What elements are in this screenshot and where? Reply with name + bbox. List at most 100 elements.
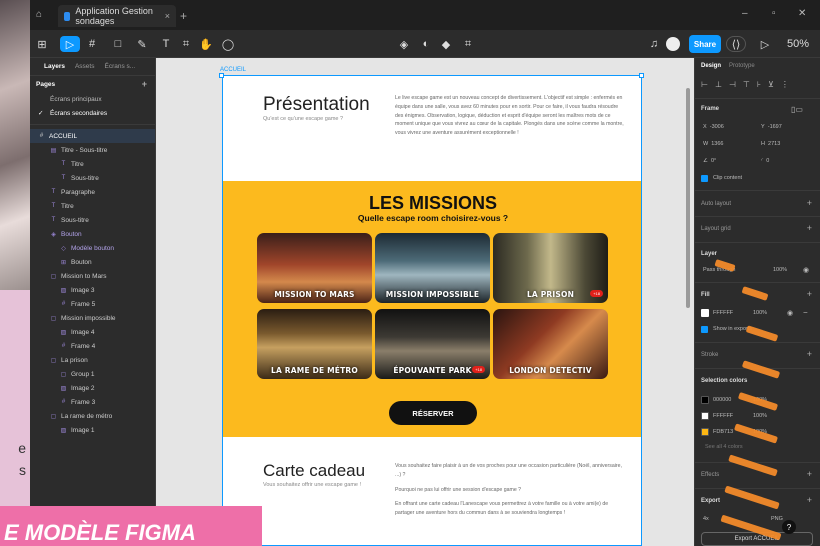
stroke-label[interactable]: Stroke	[701, 352, 718, 358]
layer-item[interactable]: ▨ Image 3	[30, 283, 155, 297]
layout-grid-label[interactable]: Layout grid	[701, 226, 731, 232]
fill-eye-icon[interactable]: ◉	[787, 309, 793, 317]
align-top-icon[interactable]: ⊤	[743, 80, 750, 89]
zoom-level[interactable]: 50%	[782, 36, 814, 52]
share-button[interactable]: Share	[689, 35, 721, 53]
missions-subtitle[interactable]: Quelle escape room choisirez-vous ?	[223, 213, 641, 223]
add-stroke-icon[interactable]: +	[807, 349, 812, 359]
align-bottom-icon[interactable]: ⊻	[768, 80, 774, 89]
layer-item[interactable]: T Paragraphe	[30, 185, 155, 199]
export-button[interactable]: Export ACCUEIL	[701, 532, 813, 546]
layer-item[interactable]: T Sous-titre	[30, 213, 155, 227]
help-button[interactable]: ?	[782, 520, 796, 534]
layer-item[interactable]: T Titre	[30, 199, 155, 213]
layer-item[interactable]: ▢ Group 1	[30, 367, 155, 381]
text-tool-icon[interactable]: T	[158, 36, 174, 52]
clip-content-checkbox[interactable]	[701, 175, 708, 182]
align-center-h-icon[interactable]: ⊥	[715, 80, 722, 89]
color-swatch[interactable]	[701, 396, 709, 404]
add-layout-grid-icon[interactable]: +	[807, 223, 812, 233]
presentation-subtitle[interactable]: Qu'est ce qu'une escape game ?	[263, 116, 343, 122]
tab-layers[interactable]: Layers	[44, 63, 65, 70]
resource-tool-icon[interactable]: ⌗	[178, 36, 194, 52]
mission-card[interactable]: LONDON DETECTIV	[493, 309, 608, 379]
layer-item[interactable]: ▢ La rame de métro	[30, 409, 155, 423]
color-hex[interactable]: FFFFFF	[713, 413, 733, 419]
accueil-frame[interactable]: Présentation Qu'est ce qu'une escape gam…	[222, 75, 642, 546]
export-format-select[interactable]: PNG	[771, 516, 783, 522]
add-auto-layout-icon[interactable]: +	[807, 198, 812, 208]
layer-item[interactable]: T Titre	[30, 157, 155, 171]
layer-item[interactable]: ▨ Image 4	[30, 325, 155, 339]
minimize-icon[interactable]: –	[742, 8, 748, 19]
align-left-icon[interactable]: ⊢	[701, 80, 708, 89]
hand-tool-icon[interactable]: ✋	[198, 36, 214, 52]
auto-layout-label[interactable]: Auto layout	[701, 201, 731, 207]
layer-item[interactable]: ◈ Bouton	[30, 227, 155, 241]
fill-hex-value[interactable]: FFFFFF	[713, 310, 733, 316]
missions-title[interactable]: LES MISSIONS	[223, 193, 641, 214]
crop-icon[interactable]: ⌗	[462, 36, 474, 52]
tab-design[interactable]: Design	[701, 63, 721, 69]
layer-item[interactable]: # Frame 5	[30, 297, 155, 311]
gift-card-title[interactable]: Carte cadeau	[263, 461, 365, 481]
effects-label[interactable]: Effects	[701, 472, 719, 478]
avatar[interactable]	[666, 37, 680, 51]
mission-card[interactable]: LA PRISON +18	[493, 233, 608, 303]
tab-assets[interactable]: Assets	[75, 63, 95, 70]
align-right-icon[interactable]: ⊣	[729, 80, 736, 89]
frame-tool-icon[interactable]: #	[84, 36, 100, 52]
pen-tool-icon[interactable]: ✎	[134, 36, 150, 52]
selection-handle[interactable]	[639, 73, 644, 78]
show-in-exports-checkbox[interactable]	[701, 326, 708, 333]
headphones-icon[interactable]: ♫	[648, 36, 660, 52]
color-swatch[interactable]	[701, 412, 709, 420]
close-tab-icon[interactable]: ×	[165, 11, 170, 21]
x-field[interactable]: X -3006	[703, 124, 724, 130]
tab-prototype[interactable]: Prototype	[729, 63, 755, 69]
radius-field[interactable]: ◜ 0	[761, 158, 769, 164]
rotation-field[interactable]: ∠ 0°	[703, 158, 716, 164]
close-window-icon[interactable]: ✕	[798, 8, 806, 19]
layer-item[interactable]: ▢ La prison	[30, 353, 155, 367]
page-item[interactable]: Écrans principaux	[30, 92, 155, 106]
fill-swatch[interactable]	[701, 309, 709, 317]
component-icon[interactable]: ◈	[398, 36, 410, 52]
align-middle-icon[interactable]: ⊦	[757, 80, 761, 89]
orientation-icon[interactable]: ▯▭	[791, 105, 803, 114]
layer-item[interactable]: ⊞ Bouton	[30, 255, 155, 269]
page-item-active[interactable]: ✓ Écrans secondaires	[30, 106, 155, 120]
presentation-title[interactable]: Présentation	[263, 94, 370, 116]
layer-item[interactable]: ▨ Image 2	[30, 381, 155, 395]
mask-icon[interactable]: ◐	[420, 36, 432, 52]
remove-fill-icon[interactable]: −	[803, 308, 808, 317]
main-menu-icon[interactable]: ⊞	[34, 36, 50, 52]
mission-card[interactable]: LA RAME DE MÉTRO	[257, 309, 372, 379]
color-hex[interactable]: 000000	[713, 397, 731, 403]
mission-card[interactable]: ÉPOUVANTE PARK +18	[375, 309, 490, 379]
add-effect-icon[interactable]: +	[807, 469, 812, 479]
file-tab[interactable]: Application Gestion sondages ×	[58, 5, 176, 27]
mission-card[interactable]: MISSION TO MARS	[257, 233, 372, 303]
layer-item[interactable]: ▢ Mission to Mars	[30, 269, 155, 283]
fill-opacity-value[interactable]: 100%	[753, 310, 767, 316]
gift-card-subtitle[interactable]: Vous souhaitez offrir une escape game !	[263, 482, 361, 488]
fill-icon[interactable]: ◆	[440, 36, 452, 52]
layer-item[interactable]: # Frame 3	[30, 395, 155, 409]
canvas[interactable]: ACCUEIL Présentation Qu'est ce qu'une es…	[156, 58, 694, 546]
new-tab-icon[interactable]: +	[180, 9, 187, 23]
layer-item[interactable]: ▨ Image 1	[30, 423, 155, 437]
layer-opacity-value[interactable]: 100%	[773, 267, 787, 273]
layer-item[interactable]: ◇ Modèle bouton	[30, 241, 155, 255]
home-icon[interactable]: ⌂	[36, 9, 46, 20]
layer-item[interactable]: T Sous-titre	[30, 171, 155, 185]
layer-item[interactable]: # Frame 4	[30, 339, 155, 353]
maximize-icon[interactable]: ▫	[772, 8, 776, 19]
add-export-icon[interactable]: +	[807, 495, 812, 505]
layer-root[interactable]: # ACCUEIL	[30, 129, 155, 143]
reserve-button[interactable]: RÉSERVER	[389, 401, 477, 425]
move-tool-icon[interactable]: ▷	[60, 36, 80, 52]
selection-handle[interactable]	[219, 73, 224, 78]
add-fill-icon[interactable]: +	[807, 289, 812, 299]
frame-section-label[interactable]: Frame	[701, 106, 719, 112]
